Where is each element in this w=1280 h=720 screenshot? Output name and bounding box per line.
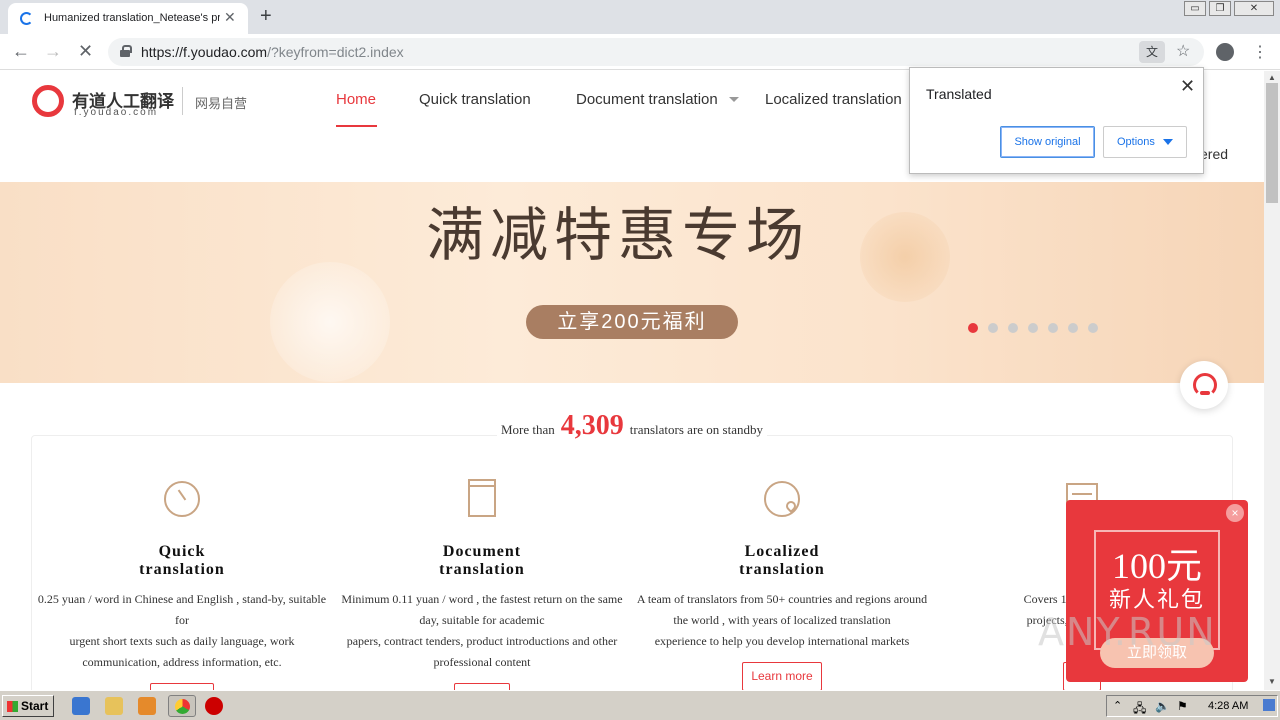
address-bar[interactable]: https://f.youdao.com/?keyfrom=dict2.inde…	[108, 38, 1204, 66]
close-icon[interactable]: ✕	[1180, 76, 1195, 97]
stopwatch-icon	[162, 479, 202, 519]
back-button[interactable]: ←	[12, 41, 30, 62]
stat-prefix: More than	[500, 422, 555, 437]
opera-icon[interactable]	[205, 697, 223, 715]
translate-options-dropdown[interactable]: Options	[1103, 126, 1187, 158]
banner-title: 满减特惠专场	[426, 201, 811, 269]
nav-home[interactable]: Home	[336, 91, 376, 108]
customer-service-headset-icon[interactable]	[1180, 361, 1228, 409]
feature-button[interactable]: Upload	[453, 683, 511, 690]
tab-close-icon[interactable]: ✕	[224, 9, 236, 26]
show-original-button[interactable]: Show original	[1000, 126, 1095, 158]
logo-mark-icon	[32, 85, 64, 117]
scroll-down-icon[interactable]: ▼	[1268, 677, 1276, 686]
translate-icon[interactable]: 文	[1139, 41, 1165, 63]
show-desktop-icon[interactable]	[1263, 699, 1275, 711]
feature-card: Quick translation 0.25 yuan / word in Chin…	[32, 479, 332, 690]
decor-firework	[860, 212, 950, 302]
feature-title: Quick translation	[139, 543, 225, 578]
nav-document-translation[interactable]: Document translation	[576, 91, 718, 108]
feature-title: Localized translation	[739, 543, 825, 578]
feature-card: Document translation Minimum 0.11 yuan / w…	[332, 479, 632, 690]
chrome-taskbar-button[interactable]	[168, 695, 196, 717]
scroll-up-icon[interactable]: ▲	[1268, 73, 1276, 82]
carousel-dot[interactable]	[1008, 323, 1018, 333]
carousel-dot[interactable]	[1088, 323, 1098, 333]
chevron-down-icon[interactable]	[729, 97, 739, 102]
url-host: https://f.youdao.com	[141, 44, 268, 60]
feature-description: A team of translators from 50+ countries…	[636, 592, 928, 648]
feature-title: Document translation	[439, 543, 525, 578]
translate-popup: Translated ✕ Show original Options	[909, 67, 1204, 174]
start-button[interactable]: Start	[2, 695, 54, 717]
stop-loading-button[interactable]: ✕	[78, 41, 93, 62]
carousel-dot[interactable]	[1028, 323, 1038, 333]
feature-button[interactable]: Place an	[149, 683, 215, 690]
new-tab-button[interactable]: +	[260, 5, 272, 28]
window-close-button[interactable]: ✕	[1234, 1, 1274, 16]
bookmark-star-icon[interactable]: ☆	[1176, 41, 1190, 61]
browser-tab[interactable]: Humanized translation_Netease's pr ✕	[8, 3, 248, 34]
url-path: /?keyfrom=dict2.index	[267, 44, 404, 60]
carousel-dot[interactable]	[988, 323, 998, 333]
stat-number: 4,309	[560, 410, 624, 441]
watermark-logo: ANY.RUN	[1038, 610, 1217, 654]
forward-button[interactable]: →	[44, 41, 62, 62]
logo-domain: f.youdao.com	[74, 107, 159, 118]
logo-divider	[182, 87, 183, 115]
document-icon	[462, 479, 502, 519]
minimize-button[interactable]: ▭	[1184, 1, 1206, 16]
tray-expand-icon[interactable]: ⌃	[1113, 699, 1122, 712]
flag-icon[interactable]: ⚑	[1177, 699, 1188, 713]
loading-spinner-icon	[20, 12, 33, 25]
stat-suffix: translators are on standby	[629, 422, 763, 437]
chrome-icon	[175, 699, 190, 714]
browser-menu-icon[interactable]: ⋮	[1252, 42, 1268, 62]
new-user-gift-popup[interactable]: 100元 新人礼包 立即领取 ×	[1066, 500, 1248, 682]
ie-icon[interactable]	[72, 697, 90, 715]
nav-quick-translation[interactable]: Quick translation	[419, 91, 531, 108]
feature-card: Localized translation A team of translator…	[632, 479, 932, 690]
browser-tab-strip: Humanized translation_Netease's pr ✕ + ▭…	[0, 0, 1280, 34]
system-tray: ⌃ 🖧 🔈 ⚑	[1106, 695, 1278, 717]
feature-description: 0.25 yuan / word in Chinese and English …	[37, 592, 327, 669]
self-run-label: 网易自营	[195, 96, 248, 111]
close-icon[interactable]: ×	[1226, 504, 1244, 522]
decor-glow	[270, 262, 390, 382]
page-scrollbar[interactable]: ▲ ▼	[1264, 71, 1280, 690]
media-player-icon[interactable]	[138, 697, 156, 715]
carousel-dot[interactable]	[968, 323, 978, 333]
active-nav-underline	[336, 125, 377, 127]
feature-button[interactable]: Learn more	[742, 662, 822, 690]
promo-banner[interactable]: 满减特惠专场 立享200元福利	[0, 182, 1264, 383]
network-icon[interactable]: 🖧	[1133, 699, 1146, 720]
carousel-dot[interactable]	[1068, 323, 1078, 333]
translate-status: Translated	[926, 86, 992, 102]
tab-title: Humanized translation_Netease's pr	[44, 12, 220, 24]
nav-localized-translation[interactable]: Localized translation	[765, 91, 902, 108]
os-taskbar: Start ⌃ 🖧 🔈 ⚑ 4:28 AM	[0, 690, 1280, 720]
carousel-dot[interactable]	[1048, 323, 1058, 333]
url-text[interactable]: https://f.youdao.com/?keyfrom=dict2.inde…	[141, 44, 404, 60]
banner-cta-button[interactable]: 立享200元福利	[526, 305, 738, 339]
explorer-folder-icon[interactable]	[105, 697, 123, 715]
profile-avatar-icon[interactable]	[1216, 43, 1234, 61]
lock-icon	[120, 45, 132, 57]
scroll-thumb[interactable]	[1266, 83, 1278, 203]
feature-description: Minimum 0.11 yuan / word , the fastest r…	[341, 592, 623, 669]
volume-icon[interactable]: 🔈	[1155, 699, 1170, 713]
translator-stat: More than 4,309 translators are on standby	[0, 410, 1264, 442]
globe-location-icon	[762, 479, 802, 519]
clock: 4:28 AM	[1208, 700, 1249, 712]
browser-toolbar: ← → ✕ https://f.youdao.com/?keyfrom=dict…	[0, 34, 1280, 70]
restore-button[interactable]: ❐	[1209, 1, 1231, 16]
header-link-fragment[interactable]: ered	[1200, 146, 1228, 162]
